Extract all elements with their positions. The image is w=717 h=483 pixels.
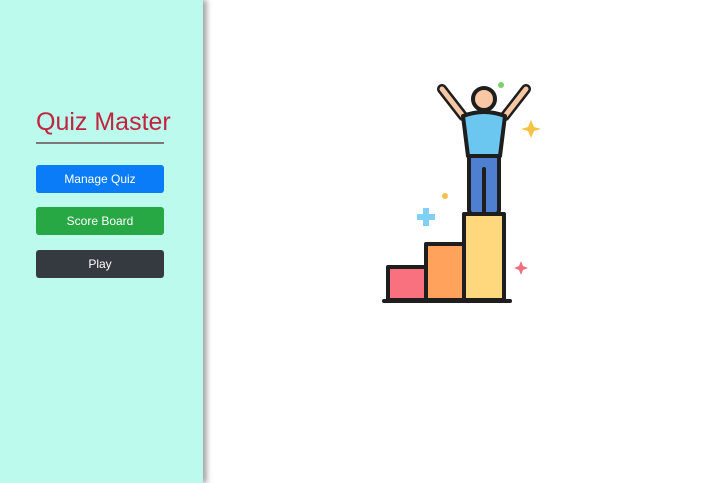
winner-podium-icon <box>382 82 541 303</box>
head <box>471 86 497 112</box>
manage-quiz-button[interactable]: Manage Quiz <box>36 165 164 193</box>
sidebar: Quiz Master Manage Quiz Score Board Play <box>0 0 203 483</box>
score-board-button[interactable]: Score Board <box>36 207 164 235</box>
main-content <box>203 0 717 483</box>
pink-sparkle-icon <box>514 261 528 275</box>
yellow-dot-decoration <box>442 193 448 199</box>
podium-second-place <box>424 242 466 302</box>
play-button[interactable]: Play <box>36 250 164 278</box>
torso <box>461 110 507 158</box>
app-window: Quiz Master Manage Quiz Score Board Play <box>0 0 717 483</box>
podium-first-place <box>462 212 506 302</box>
app-title: Quiz Master <box>36 108 171 136</box>
blue-cross-decoration <box>417 208 435 226</box>
left-arm <box>439 86 466 119</box>
green-dot-decoration <box>498 82 504 88</box>
right-arm <box>502 86 529 119</box>
podium-third-place <box>386 265 428 302</box>
title-divider <box>36 142 164 144</box>
yellow-sparkle-icon <box>521 120 541 138</box>
